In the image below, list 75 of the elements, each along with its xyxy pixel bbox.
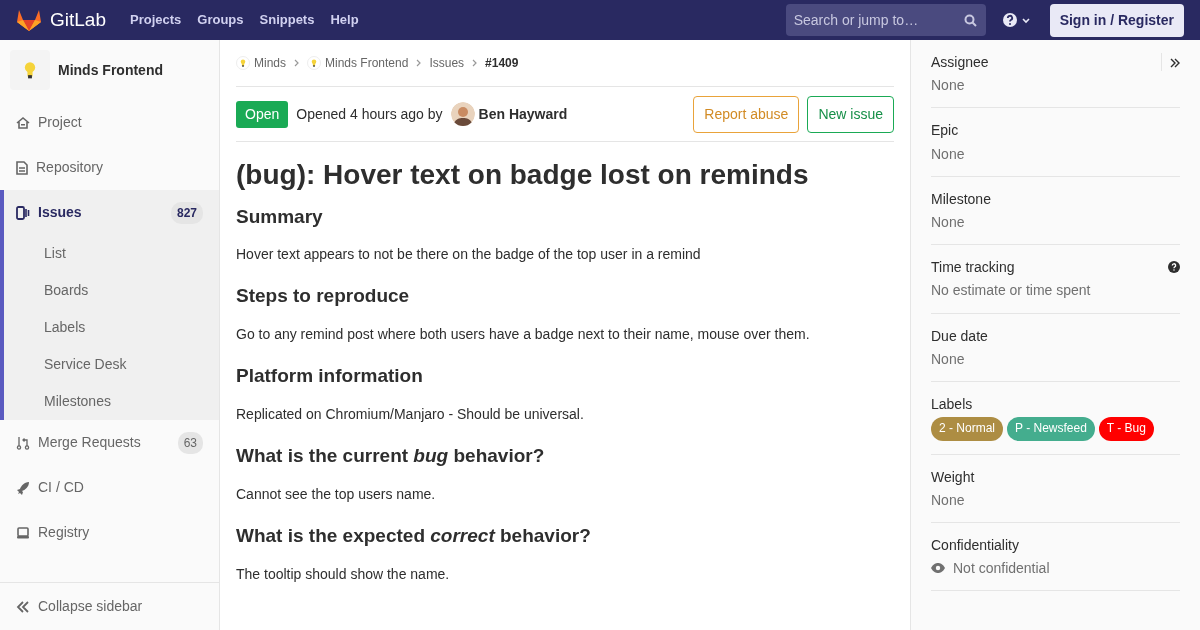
merge-request-icon <box>16 435 30 450</box>
status-badge: Open <box>236 100 289 128</box>
help-icon[interactable] <box>1168 261 1180 274</box>
section-heading: What is the expected correct behavior? <box>236 524 592 548</box>
sidebar-item[interactable]: Project <box>0 100 219 145</box>
breadcrumb-link[interactable]: #1409 <box>485 54 519 72</box>
count-badge: 63 <box>177 431 203 454</box>
brand-name[interactable]: GitLab <box>50 5 106 35</box>
eye-icon <box>931 563 945 574</box>
lightbulb-mini-icon <box>311 59 317 67</box>
sidebar-subitem[interactable]: Milestones <box>4 383 219 420</box>
field-label: Epic <box>931 121 959 140</box>
lightbulb-mini-icon <box>240 59 246 67</box>
label-tag[interactable]: 2 - Normal <box>931 417 1003 441</box>
avatar-icon[interactable] <box>450 102 475 126</box>
nav-link[interactable]: Snippets <box>259 10 315 30</box>
field-label: Labels <box>931 394 973 414</box>
nav-link[interactable]: Help <box>330 10 359 30</box>
paragraph: Cannot see the top users name. <box>236 484 437 504</box>
fox-logo-icon[interactable] <box>16 8 42 32</box>
sidebar-item[interactable]: CI / CD <box>0 465 219 510</box>
paragraph: The tooltip should show the name. <box>236 564 451 584</box>
field-label: Time tracking <box>931 258 1015 277</box>
label-tag[interactable]: T - Bug <box>1098 417 1154 441</box>
field-value: Not confidential <box>953 559 1050 578</box>
count-badge: 827 <box>170 201 203 224</box>
search-field[interactable]: Search or jump to… <box>785 4 986 36</box>
field-label: Milestone <box>931 189 991 208</box>
section-heading: Summary <box>236 205 324 229</box>
field-value: None <box>931 144 966 163</box>
nav-link[interactable]: Groups <box>197 10 244 30</box>
field-value: None <box>931 349 966 368</box>
author-link[interactable]: Ben Hayward <box>478 103 568 125</box>
field-label: Weight <box>931 467 975 486</box>
rocket-icon <box>16 480 30 495</box>
breadcrumb-link[interactable]: Minds <box>254 54 286 72</box>
paragraph: Go to any remind post where both users have a badge next to their name, mouse over them. <box>236 325 811 345</box>
document-icon <box>16 160 28 175</box>
chevron-icon <box>472 59 478 67</box>
sidebar-subitem[interactable]: List <box>4 235 219 272</box>
chevron-icon <box>416 59 422 67</box>
field-value: No estimate or time spent <box>931 281 1092 300</box>
home-icon <box>16 115 30 130</box>
sign-in-button[interactable]: Sign in / Register <box>1049 3 1184 37</box>
field-value: None <box>931 490 966 510</box>
double-chevron-icon[interactable] <box>1170 58 1180 69</box>
sidebar-subitem[interactable]: Boards <box>4 272 219 309</box>
issues-icon <box>16 205 30 220</box>
collapse-sidebar-link[interactable]: Collapse sidebar <box>38 596 143 617</box>
sidebar-item[interactable]: Merge Requests 63 <box>0 420 219 465</box>
field-label: Confidentiality <box>931 536 1019 555</box>
sidebar-item[interactable]: Registry <box>0 510 219 555</box>
sidebar-subitem[interactable]: Labels <box>4 309 219 346</box>
paragraph: Hover text appears to not be there on the badge of the top user in a remind <box>236 245 702 265</box>
field-value: None <box>931 212 966 232</box>
breadcrumb-link[interactable]: Issues <box>429 54 465 72</box>
section-heading: What is the current bug behavior? <box>236 445 546 468</box>
field-label: Due date <box>931 326 988 345</box>
issue-title: (bug): Hover text on badge lost on reminds <box>236 158 810 192</box>
field-label: Assignee <box>931 53 989 72</box>
lightbulb-icon <box>23 61 37 79</box>
monitor-icon <box>16 525 30 540</box>
new-issue-button[interactable]: New issue <box>807 95 894 133</box>
breadcrumb-link[interactable]: Minds Frontend <box>325 54 409 72</box>
opened-text: Opened 4 hours ago by <box>296 104 443 124</box>
field-value: None <box>931 76 966 95</box>
project-name[interactable]: Minds Frontend <box>58 59 163 81</box>
search-icon <box>963 13 977 27</box>
section-heading: Steps to reproduce <box>236 285 411 309</box>
section-heading: Platform information <box>236 365 424 388</box>
paragraph: Replicated on Chromium/Manjaro - Should be universal. <box>236 405 585 424</box>
sidebar-subitem[interactable]: Service Desk <box>4 346 219 383</box>
sidebar-item[interactable]: Repository <box>0 145 219 190</box>
nav-link[interactable]: Projects <box>130 10 182 30</box>
chevron-icon <box>294 59 299 67</box>
